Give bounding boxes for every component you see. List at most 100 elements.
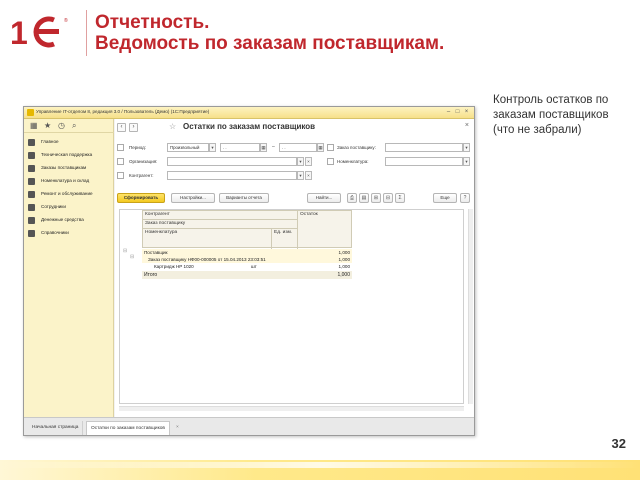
1c-logo: 1 ® — [10, 15, 68, 48]
date-to-calendar-icon[interactable]: ▦ — [317, 143, 324, 152]
horizontal-scrollbar[interactable] — [119, 406, 464, 411]
title-separator — [86, 10, 87, 56]
row-supplier: Поставщик — [144, 250, 168, 255]
nomenclature-checkbox[interactable] — [327, 158, 334, 165]
group-minus-icon[interactable]: ⊟ — [130, 254, 134, 260]
help-icon[interactable]: ? — [460, 193, 470, 203]
svg-text:®: ® — [64, 17, 68, 24]
back-arrow-icon[interactable]: ‹ — [117, 123, 126, 132]
sidebar-item-label: Заказы поставщикам — [41, 165, 87, 170]
collapse-icon[interactable]: ⊟ — [383, 193, 393, 203]
sidebar-item-label: Ремонт и обслуживание — [41, 191, 93, 196]
sidebar-item-supplier-orders[interactable]: Заказы поставщикам — [28, 164, 112, 174]
counterparty-label: Контрагент: — [129, 173, 154, 178]
sidebar-item-label: Сотрудники — [41, 204, 66, 209]
print-icon[interactable]: ⎙ — [347, 193, 357, 203]
header-divider — [271, 229, 272, 249]
date-range-dash: – — [272, 144, 275, 150]
slide-title: Отчетность. Ведомость по заказам поставщ… — [95, 12, 444, 54]
close-icon[interactable]: × — [463, 109, 470, 116]
header-divider — [143, 219, 297, 220]
header-order: Заказ поставщику — [145, 221, 186, 226]
forward-arrow-icon[interactable]: › — [129, 123, 138, 132]
tab-current-report[interactable]: Остатки по заказам поставщиков — [86, 421, 170, 435]
expand-icon[interactable]: ⊞ — [371, 193, 381, 203]
sum-icon[interactable]: Σ — [395, 193, 405, 203]
date-from-field[interactable]: . . — [220, 143, 260, 152]
report-toolbar: Сформировать Настройки... Варианты отчет… — [115, 193, 474, 205]
nomenclature-label: Номенклатура: — [337, 159, 369, 164]
search-icon[interactable]: ⌕ — [72, 121, 76, 131]
total-label: Итого — [144, 272, 158, 278]
filter-row-counterparty: Контрагент: ▾ × — [115, 171, 474, 181]
apps-grid-icon[interactable]: ▦ — [30, 121, 38, 131]
nomenclature-dropdown-icon[interactable]: ▾ — [463, 157, 470, 166]
counterparty-checkbox[interactable] — [117, 172, 124, 179]
slide-note: Контроль остатков по заказам поставщиков… — [493, 94, 609, 136]
sidebar-item-main[interactable]: Главное — [28, 138, 112, 148]
favorite-star-icon[interactable]: ☆ — [169, 122, 176, 131]
settings-button[interactable]: Настройки... — [171, 193, 215, 203]
organization-clear-icon[interactable]: × — [305, 157, 312, 166]
filter-row-organization: Организация: ▾ × Номенклатура: ▾ — [115, 157, 474, 167]
nomenclature-field[interactable] — [385, 157, 463, 166]
period-label: Период: — [129, 145, 147, 150]
wrench-icon — [28, 191, 35, 198]
sidebar-item-label: Денежные средства — [41, 217, 84, 222]
row-item: Картридж HP 1020 — [154, 264, 194, 269]
period-type-dropdown-icon[interactable]: ▾ — [209, 143, 216, 152]
counterparty-clear-icon[interactable]: × — [305, 171, 312, 180]
sidebar-item-repair[interactable]: Ремонт и обслуживание — [28, 190, 112, 200]
sidebar-item-support[interactable]: Техническая поддержка — [28, 151, 112, 161]
home-icon — [28, 139, 35, 146]
find-button[interactable]: Найти... — [307, 193, 341, 203]
sidebar-item-nomenclature[interactable]: Номенклатура и склад — [28, 177, 112, 187]
report-variants-button[interactable]: Варианты отчета — [219, 193, 269, 203]
header-balance: Остаток — [300, 212, 318, 217]
tab-close-icon[interactable]: × — [176, 421, 179, 435]
sidebar-toolbar: ▦ ★ ◷ ⌕ — [24, 119, 114, 133]
open-windows-bar: Начальная страница Остатки по заказам по… — [24, 417, 474, 435]
counterparty-dropdown-icon[interactable]: ▾ — [297, 171, 304, 180]
sidebar-item-money[interactable]: Денежные средства — [28, 216, 112, 226]
bottom-swoosh — [0, 462, 640, 468]
sidebar-item-label: Главное — [41, 139, 59, 144]
sidebar-item-directories[interactable]: Справочники — [28, 229, 112, 239]
date-to-field[interactable]: . . — [279, 143, 317, 152]
minimize-icon[interactable]: – — [445, 109, 452, 116]
period-type-field[interactable]: Произвольный — [167, 143, 209, 152]
history-icon[interactable]: ◷ — [58, 121, 65, 131]
book-icon — [28, 230, 35, 237]
sidebar: ▦ ★ ◷ ⌕ Главное Техническая поддержка За… — [24, 119, 114, 417]
more-button[interactable]: Еще — [433, 193, 457, 203]
order-open-icon[interactable]: ▾ — [463, 143, 470, 152]
favorites-star-icon[interactable]: ★ — [44, 121, 51, 131]
maximize-icon[interactable]: □ — [454, 109, 461, 116]
group-minus-icon[interactable]: ⊟ — [123, 248, 127, 254]
header-nomenclature: Номенклатура — [145, 230, 178, 235]
save-icon[interactable]: ▤ — [359, 193, 369, 203]
filter-row-period: Период: Произвольный ▾ . . ▦ – . . ▦ Зак… — [115, 143, 474, 153]
sidebar-item-label: Справочники — [41, 230, 69, 235]
report-sheet[interactable]: Контрагент Заказ поставщику Номенклатура… — [119, 209, 464, 404]
box-icon — [28, 178, 35, 185]
organization-field[interactable] — [167, 157, 297, 166]
truck-icon — [28, 165, 35, 172]
organization-checkbox[interactable] — [117, 158, 124, 165]
date-from-calendar-icon[interactable]: ▦ — [260, 143, 267, 152]
form-close-icon[interactable]: × — [465, 122, 469, 129]
period-checkbox[interactable] — [117, 144, 124, 151]
money-icon — [28, 217, 35, 224]
svg-text:1: 1 — [10, 15, 28, 48]
header-divider — [143, 228, 297, 229]
order-field[interactable] — [385, 143, 463, 152]
vertical-scrollbar[interactable] — [468, 209, 473, 404]
order-checkbox[interactable] — [327, 144, 334, 151]
counterparty-field[interactable] — [167, 171, 297, 180]
header-counterparty: Контрагент — [145, 212, 170, 217]
header-divider — [297, 211, 298, 249]
tab-home-page[interactable]: Начальная страница — [28, 421, 84, 435]
organization-dropdown-icon[interactable]: ▾ — [297, 157, 304, 166]
generate-button[interactable]: Сформировать — [117, 193, 165, 203]
sidebar-item-employees[interactable]: Сотрудники — [28, 203, 112, 213]
